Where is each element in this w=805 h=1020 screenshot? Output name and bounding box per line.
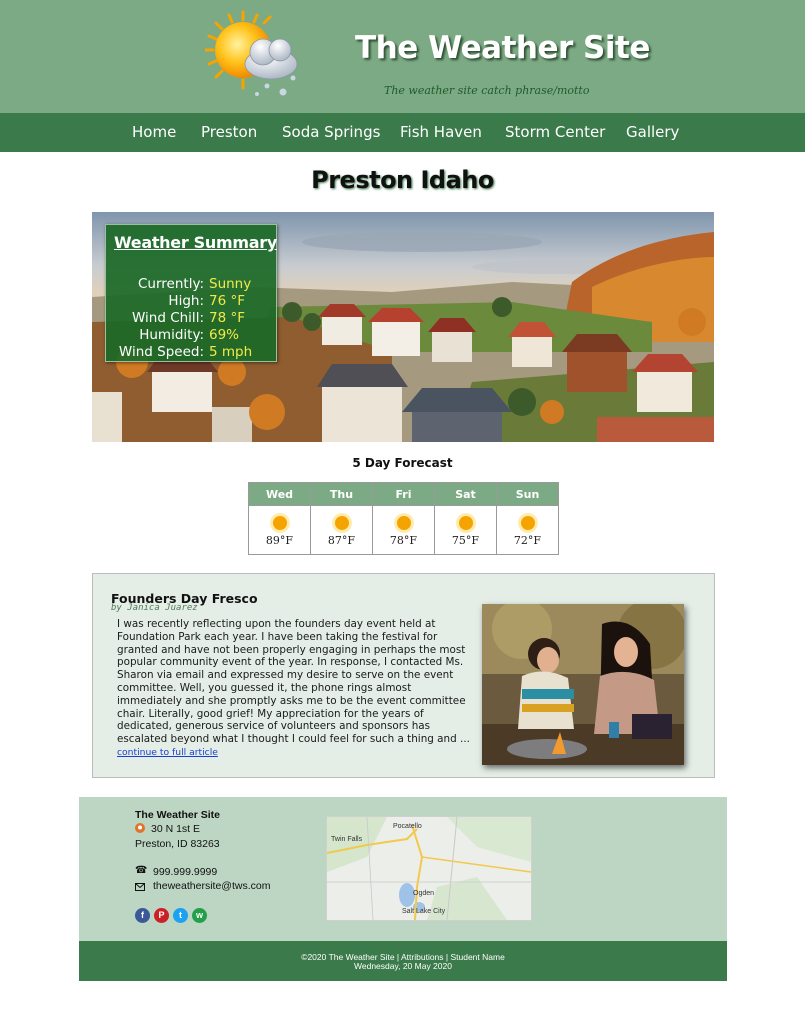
sun-icon xyxy=(455,513,476,533)
article-text: I was recently reflecting upon the found… xyxy=(117,618,470,746)
sun-cloud-snow-icon xyxy=(205,10,298,96)
current-date: Wednesday, 20 May 2020 xyxy=(354,961,452,971)
sun-icon xyxy=(393,513,414,533)
sun-icon xyxy=(331,513,352,533)
sun-icon xyxy=(517,513,538,533)
nav-preston[interactable]: Preston xyxy=(201,123,257,141)
summary-label: Currently: xyxy=(137,276,204,292)
weather-summary-title: Weather Summary xyxy=(114,233,277,252)
article-body: I was recently reflecting upon the found… xyxy=(117,618,473,760)
phone-icon: ☎ xyxy=(135,865,148,876)
footer-email[interactable]: theweathersite@tws.com xyxy=(153,880,270,892)
forecast-header-row: Wed Thu Fri Sat Sun xyxy=(248,482,559,506)
summary-label: Wind Chill: xyxy=(131,310,204,326)
site-title: The Weather Site xyxy=(355,30,650,66)
main-nav: Home Preston Soda Springs Fish Haven Sto… xyxy=(0,113,805,152)
footer-phone[interactable]: 999.999.9999 xyxy=(153,866,217,878)
twitter-icon[interactable]: t xyxy=(173,908,188,923)
article-card: Founders Day Fresco by Janica Juarez I w… xyxy=(92,573,715,778)
summary-value: 69% xyxy=(209,327,240,343)
summary-value: Sunny xyxy=(209,276,252,292)
summary-row-currently: Currently: Sunny xyxy=(106,276,276,294)
summary-row-humidity: Humidity: 69% xyxy=(106,327,276,345)
summary-row-high: High: 76 °F xyxy=(106,293,276,311)
location-map[interactable]: Pocatello Twin Falls Ogden Salt Lake Cit… xyxy=(326,816,532,921)
nav-home[interactable]: Home xyxy=(132,123,176,141)
map-label-pocatello: Pocatello xyxy=(393,823,422,830)
forecast-day: Wed xyxy=(248,482,311,506)
hero-image: Weather Summary Currently: Sunny High: 7… xyxy=(92,212,714,442)
forecast-cell: 87°F xyxy=(310,505,373,555)
forecast-cell: 75°F xyxy=(434,505,497,555)
pinterest-icon[interactable]: P xyxy=(154,908,169,923)
campfire-friends-image xyxy=(482,604,684,765)
footer-city: Preston, ID 83263 xyxy=(135,838,220,850)
summary-value: 76 °F xyxy=(209,293,245,309)
forecast-cell: 89°F xyxy=(248,505,311,555)
forecast-temp: 89°F xyxy=(265,534,294,547)
forecast-day: Fri xyxy=(372,482,435,506)
forecast-day: Sun xyxy=(496,482,559,506)
map-label-ogden: Ogden xyxy=(413,890,435,897)
map-graphic xyxy=(327,817,531,920)
facebook-icon[interactable]: f xyxy=(135,908,150,923)
nav-gallery[interactable]: Gallery xyxy=(626,123,679,141)
forecast-day: Thu xyxy=(310,482,373,506)
page-title: Preston Idaho xyxy=(311,166,494,194)
site-footer: The Weather Site 30 N 1st E Preston, ID … xyxy=(79,797,727,941)
article-photo xyxy=(482,604,684,765)
summary-row-wind-chill: Wind Chill: 78 °F xyxy=(106,310,276,328)
forecast-table: Wed Thu Fri Sat Sun 89°F 87°F 78°F 75°F … xyxy=(248,482,559,555)
forecast-temp-row: 89°F 87°F 78°F 75°F 72°F xyxy=(248,505,559,555)
footer-street: 30 N 1st E xyxy=(151,823,201,835)
forecast-temp: 72°F xyxy=(513,534,542,547)
nav-fish-haven[interactable]: Fish Haven xyxy=(400,123,482,141)
weather-summary-panel: Weather Summary Currently: Sunny High: 7… xyxy=(105,224,277,362)
summary-value: 5 mph xyxy=(209,344,253,360)
footer-site-name: The Weather Site xyxy=(135,809,220,821)
email-icon xyxy=(135,883,145,891)
copyright-bar: ©2020 The Weather Site | Attributions | … xyxy=(79,941,727,981)
whatsapp-icon[interactable]: w xyxy=(192,908,207,923)
summary-value: 78 °F xyxy=(209,310,245,326)
summary-label: Humidity: xyxy=(139,327,204,343)
summary-row-wind-speed: Wind Speed: 5 mph xyxy=(106,344,276,362)
continue-reading-link[interactable]: continue to full article xyxy=(117,747,218,758)
sun-icon xyxy=(269,513,290,533)
forecast-day: Sat xyxy=(434,482,497,506)
site-header: The Weather Site The weather site catch … xyxy=(0,0,805,113)
forecast-temp: 87°F xyxy=(327,534,356,547)
map-label-salt-lake-city: Salt Lake City xyxy=(402,908,446,915)
nav-storm-center[interactable]: Storm Center xyxy=(505,123,605,141)
forecast-temp: 75°F xyxy=(451,534,480,547)
forecast-title: 5 Day Forecast xyxy=(352,456,453,470)
summary-label: Wind Speed: xyxy=(118,344,204,360)
forecast-cell: 78°F xyxy=(372,505,435,555)
article-byline: by Janica Juarez xyxy=(111,603,198,613)
location-pin-icon xyxy=(135,823,145,833)
map-label-twin-falls: Twin Falls xyxy=(331,836,363,843)
nav-soda-springs[interactable]: Soda Springs xyxy=(282,123,380,141)
forecast-temp: 78°F xyxy=(389,534,418,547)
forecast-cell: 72°F xyxy=(496,505,559,555)
site-motto: The weather site catch phrase/motto xyxy=(384,84,590,97)
summary-label: High: xyxy=(168,293,204,309)
